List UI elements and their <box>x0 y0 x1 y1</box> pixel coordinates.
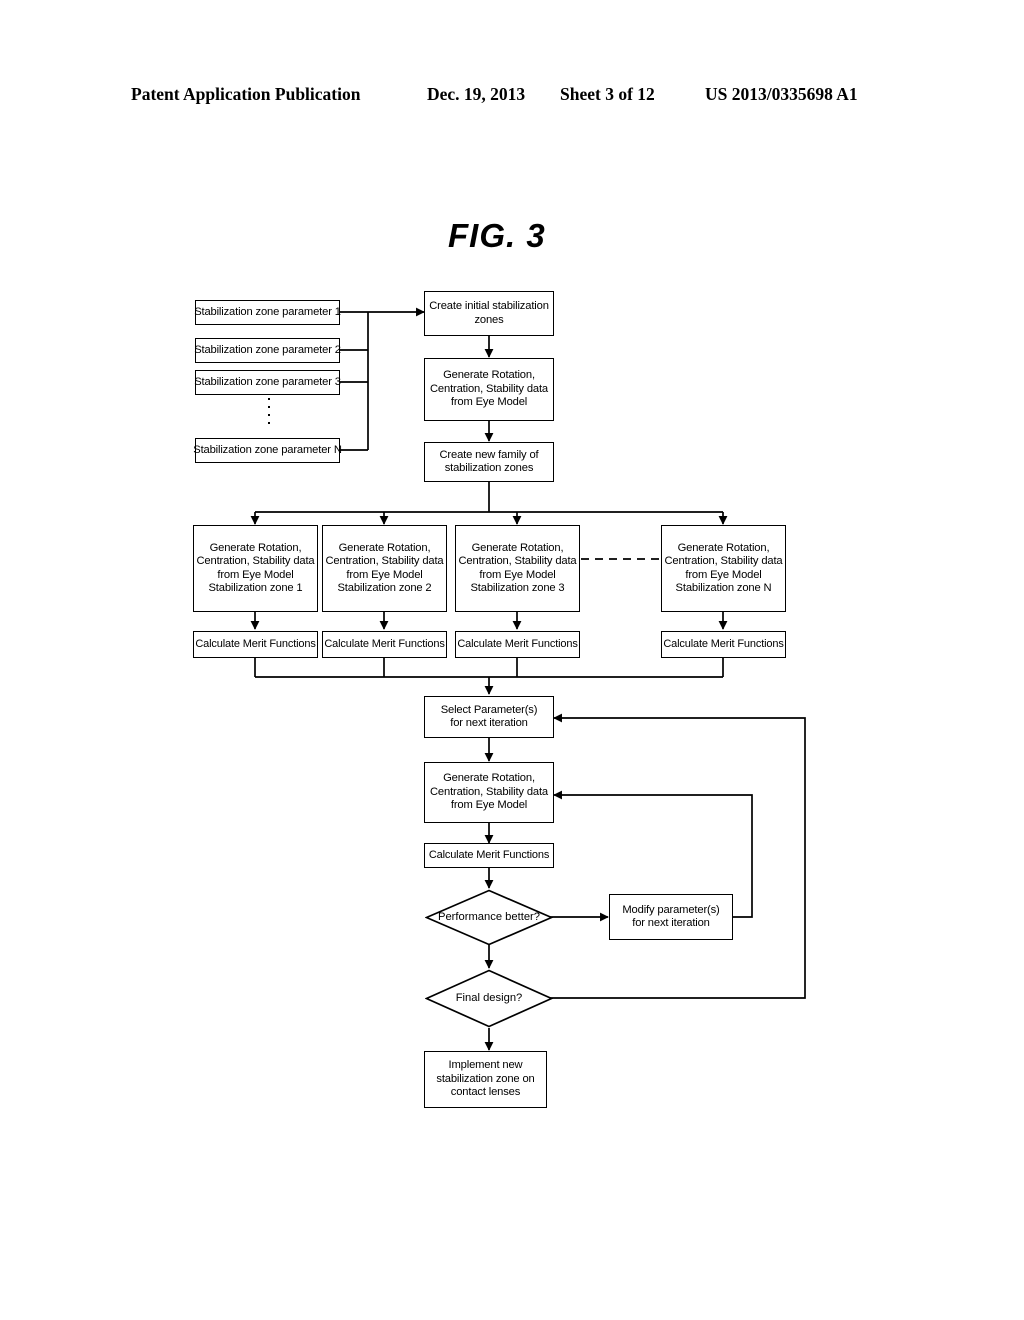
node-label-line: Select Parameter(s) <box>440 703 538 716</box>
node-label-line: Create new family of <box>439 448 539 461</box>
node-label: Calculate Merit Functions <box>457 638 578 650</box>
node-stabilization-parameter-n[interactable]: Stabilization zone parameter N <box>193 438 342 463</box>
node-label-line: Implement new <box>448 1059 523 1072</box>
node-generate-rotation-iteration[interactable]: Generate Rotation, Centration, Stability… <box>424 762 554 823</box>
node-label-line: Stabilization zone N <box>675 581 772 594</box>
node-label-line: contact lenses <box>450 1086 521 1099</box>
node-merit-zone-1[interactable]: Calculate Merit Functions <box>193 631 318 658</box>
node-implement-stabilization-zone[interactable]: Implement new stabilization zone on cont… <box>424 1051 547 1108</box>
node-label-line: Centration, Stability data <box>458 555 577 568</box>
node-label-line: from Eye Model <box>450 396 528 409</box>
node-label-line: from Eye Model <box>450 799 528 812</box>
node-label-line: Centration, Stability data <box>325 555 444 568</box>
node-label: Stabilization zone parameter 3 <box>194 375 341 388</box>
node-label: Stabilization zone parameter 2 <box>194 343 341 356</box>
decision-label-line: better? <box>505 910 540 923</box>
node-label-line: Modify parameter(s) <box>622 903 720 916</box>
node-merit-zone-n[interactable]: Calculate Merit Functions <box>661 631 786 658</box>
node-label-line: stabilization zones <box>444 462 534 474</box>
decision-performance-better[interactable]: Performance better? <box>425 889 553 946</box>
node-stabilization-parameter-1[interactable]: Stabilization zone parameter 1 <box>194 300 341 325</box>
node-label: Calculate Merit Functions <box>663 638 784 650</box>
node-label: Calculate Merit Functions <box>428 849 550 861</box>
node-label: Stabilization zone parameter 1 <box>194 305 341 318</box>
node-merit-zone-3[interactable]: Calculate Merit Functions <box>455 631 580 658</box>
node-label-line: from Eye Model <box>479 568 556 581</box>
node-stabilization-parameter-2[interactable]: Stabilization zone parameter 2 <box>194 338 341 363</box>
node-label-line: from Eye Model <box>685 568 762 581</box>
node-select-parameters[interactable]: Select Parameter(s) for next iteration <box>424 696 554 738</box>
node-label-line: Generate Rotation, <box>443 772 535 785</box>
node-generate-zone-2[interactable]: Generate Rotation, Centration, Stability… <box>322 525 447 612</box>
node-label-line: from Eye Model <box>217 568 294 581</box>
node-merit-iteration[interactable]: Calculate Merit Functions <box>424 843 554 868</box>
node-label-line: Stabilization zone 2 <box>337 581 432 594</box>
node-label: Calculate Merit Functions <box>195 638 316 650</box>
decision-label-line: Performance <box>438 910 503 923</box>
node-label-line: Stabilization zone 1 <box>208 581 303 594</box>
decision-label-line: Final design? <box>455 991 523 1004</box>
node-label: Calculate Merit Functions <box>324 638 445 650</box>
node-create-new-family[interactable]: Create new family of stabilization zones <box>424 442 554 482</box>
node-label-line: Generate Rotation, <box>443 369 535 382</box>
node-generate-zone-1[interactable]: Generate Rotation, Centration, Stability… <box>193 525 318 612</box>
node-label-line: Centration, Stability data <box>664 555 783 568</box>
vertical-ellipsis-icon <box>262 398 276 424</box>
node-label-line: Centration, Stability data <box>430 785 548 798</box>
node-label-line: Generate Rotation, <box>209 541 302 554</box>
node-label-line: Generate Rotation, <box>677 541 770 554</box>
node-create-initial-stabilization-zones[interactable]: Create initial stabilization zones <box>424 291 554 336</box>
node-label-line: Create initial stabilization <box>429 300 549 313</box>
node-label-line: Centration, Stability data <box>430 382 548 395</box>
node-generate-zone-n[interactable]: Generate Rotation, Centration, Stability… <box>661 525 786 612</box>
node-label-line: for next iteration <box>632 917 710 929</box>
node-label-line: zones <box>474 313 504 326</box>
decision-final-design[interactable]: Final design? <box>425 969 553 1028</box>
node-label-line: Stabilization zone 3 <box>470 581 565 594</box>
node-label: Stabilization zone parameter N <box>193 443 342 456</box>
node-label-line: stabilization zone on <box>436 1072 535 1085</box>
flowchart-connectors <box>250 307 806 1051</box>
node-label-line: Centration, Stability data <box>196 555 315 568</box>
node-generate-zone-3[interactable]: Generate Rotation, Centration, Stability… <box>455 525 580 612</box>
node-merit-zone-2[interactable]: Calculate Merit Functions <box>322 631 447 658</box>
node-label-line: from Eye Model <box>346 568 423 581</box>
node-generate-rotation-initial[interactable]: Generate Rotation, Centration, Stability… <box>424 358 554 421</box>
node-stabilization-parameter-3[interactable]: Stabilization zone parameter 3 <box>194 370 341 395</box>
flowchart-figure-3: Stabilization zone parameter 1 Stabiliza… <box>0 0 1024 1320</box>
node-label-line: for next iteration <box>450 717 528 729</box>
node-label-line: Generate Rotation, <box>338 541 431 554</box>
node-modify-parameters[interactable]: Modify parameter(s) for next iteration <box>609 894 733 940</box>
node-label-line: Generate Rotation, <box>471 541 564 554</box>
